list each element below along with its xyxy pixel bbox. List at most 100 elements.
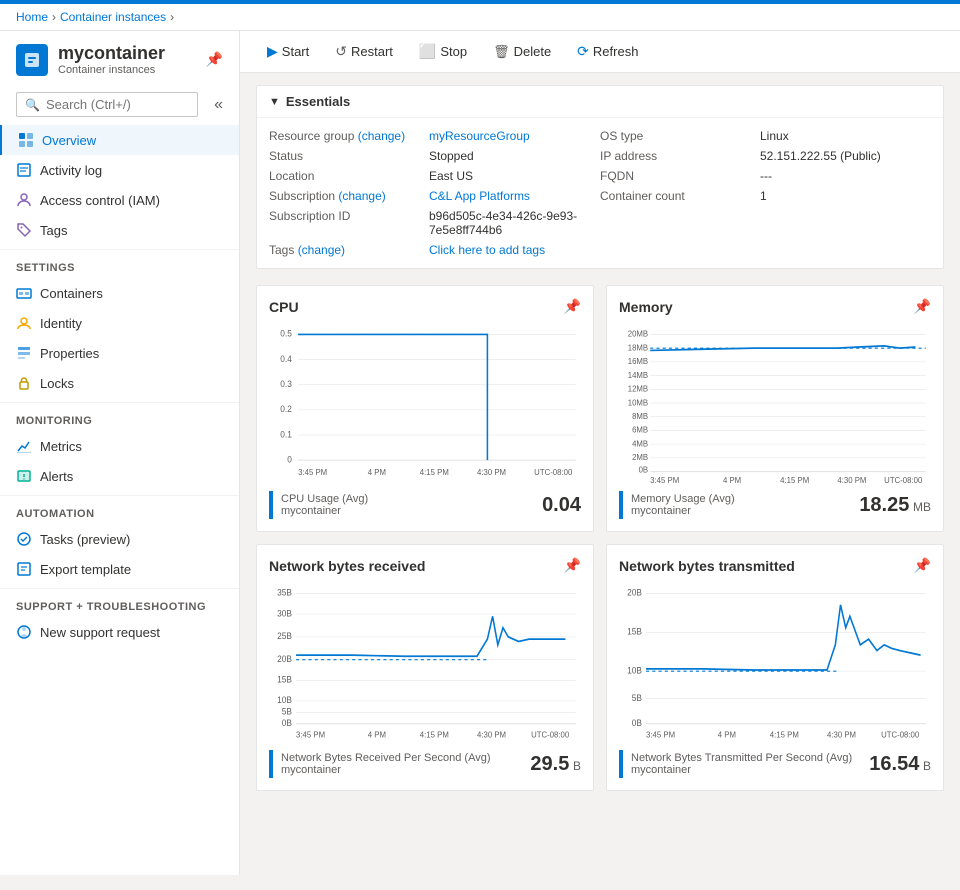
sidebar-item-tasks[interactable]: Tasks (preview) bbox=[0, 524, 239, 554]
export-icon bbox=[16, 561, 32, 577]
essentials-row-status: Status Stopped bbox=[269, 146, 600, 166]
sidebar-item-activity-log[interactable]: Activity log bbox=[0, 155, 239, 185]
breadcrumb-home[interactable]: Home bbox=[16, 10, 48, 24]
sidebar-item-locks-label: Locks bbox=[40, 376, 74, 391]
restart-icon: ↺ bbox=[335, 43, 347, 60]
breadcrumb-container-instances[interactable]: Container instances bbox=[60, 10, 166, 24]
essentials-row-ip: IP address 52.151.222.55 (Public) bbox=[600, 146, 931, 166]
section-support: Support + troubleshooting bbox=[0, 588, 239, 617]
essentials-rg-change-link[interactable]: (change) bbox=[358, 129, 405, 143]
net-received-pin-icon[interactable]: 📌 bbox=[564, 557, 581, 574]
svg-text:25B: 25B bbox=[277, 631, 292, 641]
essentials-rg-value-link[interactable]: myResourceGroup bbox=[429, 129, 530, 143]
sidebar-item-containers[interactable]: Containers bbox=[0, 278, 239, 308]
svg-text:4:30 PM: 4:30 PM bbox=[837, 476, 866, 483]
essentials-sub-change-link[interactable]: (change) bbox=[338, 189, 385, 203]
essentials-row-os: OS type Linux bbox=[600, 126, 931, 146]
collapse-button[interactable]: « bbox=[206, 92, 231, 118]
sidebar-item-metrics-label: Metrics bbox=[40, 439, 82, 454]
svg-text:4:30 PM: 4:30 PM bbox=[477, 730, 506, 739]
sidebar-item-support[interactable]: New support request bbox=[0, 617, 239, 647]
start-button[interactable]: ▶ Start bbox=[256, 37, 320, 66]
cpu-legend-sublabel: mycontainer bbox=[281, 505, 368, 517]
essentials-collapse-icon: ▼ bbox=[269, 96, 280, 108]
sidebar-item-tags-label: Tags bbox=[40, 223, 67, 238]
essentials-row-fqdn: FQDN --- bbox=[600, 166, 931, 186]
essentials-value-status: Stopped bbox=[429, 149, 474, 163]
cpu-pin-icon[interactable]: 📌 bbox=[564, 298, 581, 315]
delete-button[interactable]: 🗑 Delete bbox=[482, 38, 562, 66]
svg-text:UTC-08:00: UTC-08:00 bbox=[881, 730, 920, 739]
toolbar: ▶ Start ↺ Restart ⬜ Stop 🗑 Delete ⟳ Refr… bbox=[240, 31, 960, 73]
memory-chart-footer: Memory Usage (Avg) mycontainer 18.25 MB bbox=[619, 491, 931, 519]
stop-label: Stop bbox=[440, 44, 467, 59]
net-transmitted-pin-icon[interactable]: 📌 bbox=[914, 557, 931, 574]
stop-icon: ⬜ bbox=[419, 43, 436, 60]
svg-text:4:15 PM: 4:15 PM bbox=[420, 468, 449, 477]
identity-icon bbox=[16, 315, 32, 331]
essentials-row-tags: Tags (change) Click here to add tags bbox=[269, 240, 600, 260]
net-transmitted-chart-title: Network bytes transmitted 📌 bbox=[619, 557, 931, 574]
sidebar-item-export-label: Export template bbox=[40, 562, 131, 577]
essentials-title: Essentials bbox=[286, 94, 350, 109]
essentials-label-tags: Tags (change) bbox=[269, 243, 429, 257]
memory-chart-svg: 20MB 18MB 16MB 14MB 12MB 10MB 8MB 6MB 4M… bbox=[619, 323, 931, 483]
svg-text:4:30 PM: 4:30 PM bbox=[827, 730, 856, 739]
essentials-value-rg: myResourceGroup bbox=[429, 129, 530, 143]
refresh-button[interactable]: ⟳ Refresh bbox=[566, 37, 649, 66]
sidebar-item-overview[interactable]: Overview bbox=[0, 125, 239, 155]
sidebar-item-identity[interactable]: Identity bbox=[0, 308, 239, 338]
svg-text:UTC-08:00: UTC-08:00 bbox=[531, 730, 570, 739]
restart-button[interactable]: ↺ Restart bbox=[324, 37, 404, 66]
pin-icon[interactable]: 📌 bbox=[206, 51, 223, 68]
section-monitoring: Monitoring bbox=[0, 402, 239, 431]
main-content: ▶ Start ↺ Restart ⬜ Stop 🗑 Delete ⟳ Refr… bbox=[240, 31, 960, 875]
svg-text:0: 0 bbox=[287, 454, 292, 464]
sidebar-item-export[interactable]: Export template bbox=[0, 554, 239, 584]
refresh-label: Refresh bbox=[593, 44, 639, 59]
sidebar-item-locks[interactable]: Locks bbox=[0, 368, 239, 398]
svg-text:14MB: 14MB bbox=[628, 371, 649, 380]
svg-text:4 PM: 4 PM bbox=[718, 730, 736, 739]
net-transmitted-legend-label: Network Bytes Transmitted Per Second (Av… bbox=[631, 752, 852, 764]
sidebar-item-metrics[interactable]: Metrics bbox=[0, 431, 239, 461]
memory-legend-sublabel: mycontainer bbox=[631, 505, 735, 517]
alerts-icon bbox=[16, 468, 32, 484]
svg-text:5B: 5B bbox=[632, 692, 642, 702]
tags-icon bbox=[16, 222, 32, 238]
svg-text:16MB: 16MB bbox=[628, 357, 649, 366]
essentials-label-ip: IP address bbox=[600, 149, 760, 163]
essentials-header[interactable]: ▼ Essentials bbox=[257, 86, 943, 118]
sidebar-item-tags[interactable]: Tags bbox=[0, 215, 239, 245]
essentials-right-col: OS type Linux IP address 52.151.222.55 (… bbox=[600, 126, 931, 260]
essentials-tags-value-link[interactable]: Click here to add tags bbox=[429, 243, 545, 257]
stop-button[interactable]: ⬜ Stop bbox=[408, 37, 478, 66]
sidebar-header: mycontainer Container instances 📌 bbox=[0, 31, 239, 84]
memory-pin-icon[interactable]: 📌 bbox=[914, 298, 931, 315]
svg-text:UTC-08:00: UTC-08:00 bbox=[884, 476, 923, 483]
memory-value-group: 18.25 MB bbox=[859, 494, 931, 517]
net-transmitted-chart-card: Network bytes transmitted 📌 20B 15B 10B … bbox=[606, 544, 944, 791]
memory-value: 18.25 bbox=[859, 494, 909, 516]
sidebar-item-alerts[interactable]: Alerts bbox=[0, 461, 239, 491]
net-transmitted-legend-text-group: Network Bytes Transmitted Per Second (Av… bbox=[631, 752, 852, 776]
essentials-sub-value-link[interactable]: C&L App Platforms bbox=[429, 189, 530, 203]
search-input[interactable] bbox=[46, 97, 189, 112]
cpu-value: 0.04 bbox=[542, 494, 581, 516]
essentials-tags-change-link[interactable]: (change) bbox=[298, 243, 345, 257]
sidebar-item-access-control[interactable]: Access control (IAM) bbox=[0, 185, 239, 215]
net-received-value: 29.5 bbox=[530, 753, 569, 775]
essentials-panel: ▼ Essentials Resource group (change) myR… bbox=[256, 85, 944, 269]
net-received-legend-bar bbox=[269, 750, 273, 778]
memory-legend-bar bbox=[619, 491, 623, 519]
sidebar-item-access-control-label: Access control (IAM) bbox=[40, 193, 160, 208]
svg-text:0.1: 0.1 bbox=[280, 429, 292, 439]
essentials-label-fqdn: FQDN bbox=[600, 169, 760, 183]
cpu-title-text: CPU bbox=[269, 299, 299, 315]
access-control-icon bbox=[16, 192, 32, 208]
net-transmitted-title-text: Network bytes transmitted bbox=[619, 558, 795, 574]
breadcrumb-sep-1: › bbox=[52, 10, 56, 24]
cpu-chart-area: 0.5 0.4 0.3 0.2 0.1 0 bbox=[269, 323, 581, 483]
sidebar-item-properties[interactable]: Properties bbox=[0, 338, 239, 368]
net-received-unit: B bbox=[573, 759, 581, 773]
